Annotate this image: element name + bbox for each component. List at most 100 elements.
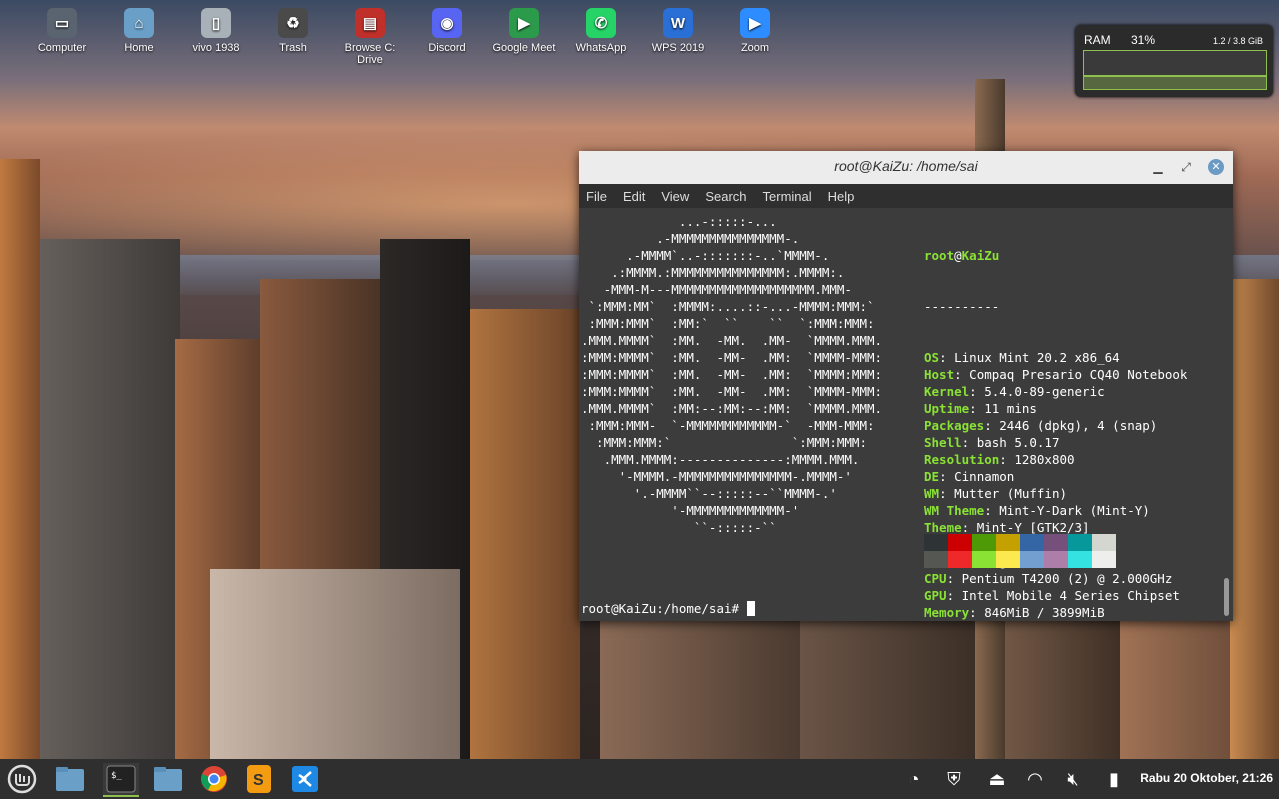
files-taskbar-button[interactable] [52, 763, 88, 795]
neofetch-row: Uptime: 11 mins [924, 401, 1037, 416]
neofetch-value: Compaq Presario CQ40 Notebook [969, 367, 1188, 382]
palette-swatch [1068, 534, 1092, 551]
palette-swatch [1068, 551, 1092, 568]
folder-taskbar-button[interactable] [150, 763, 186, 795]
minimize-button[interactable]: ▁ [1150, 159, 1166, 175]
desktop-icon-google-meet[interactable]: ▶ Google Meet [486, 8, 562, 54]
mint-ascii-logo: ...-:::::-... .-MMMMMMMMMMMMMMM-. .-MMMM… [581, 213, 882, 536]
neofetch-key: Uptime [924, 401, 970, 416]
desktop-icon-trash[interactable]: ♻ Trash [255, 8, 331, 54]
logo-line: '.-MMMM``--:::::--``MMMM-.' [581, 486, 837, 501]
neofetch-value: Mint-Y-Dark (Mint-Y) [999, 503, 1150, 518]
neofetch-key: WM [924, 486, 940, 501]
neofetch-separator: ---------- [924, 299, 1000, 314]
logo-line: .-MMMMMMMMMMMMMMM-. [581, 231, 800, 246]
taskbar-clock[interactable]: Rabu 20 Oktober, 21:26 [1140, 771, 1273, 785]
volume-indicator[interactable]: 🔇︎ [1059, 765, 1087, 793]
palette-swatch [996, 534, 1020, 551]
desktop-icon-folder-drive[interactable]: ▤ Browse C: Drive [332, 8, 408, 66]
neofetch-value: 2446 (dpkg), 4 (snap) [999, 418, 1158, 433]
neofetch-host: KaiZu [961, 248, 1000, 263]
terminal-scrollbar[interactable] [1224, 578, 1229, 616]
neofetch-key: OS [924, 350, 940, 365]
neofetch-value: 5.4.0-89-generic [984, 384, 1105, 399]
desktop-icon-label: Google Meet [492, 42, 556, 54]
close-button[interactable]: ✕ [1208, 159, 1224, 175]
terminal-window[interactable]: root@KaiZu: /home/sai ▁ ⤢ ✕ File Edit Vi… [579, 151, 1233, 621]
sublime-text-icon: S [247, 765, 271, 793]
window-titlebar[interactable]: root@KaiZu: /home/sai ▁ ⤢ ✕ [579, 151, 1233, 184]
logo-line: :MMM:MMM:` `:MMM:MMM: [581, 435, 867, 450]
menu-view[interactable]: View [661, 189, 689, 204]
desktop-icon-label: Zoom [740, 42, 770, 54]
sublime-taskbar-button[interactable]: S [241, 763, 277, 795]
desktop-icon-label: WPS 2019 [651, 42, 705, 54]
home-folder-icon: ⌂ [124, 8, 154, 38]
desktop-icon-wps[interactable]: W WPS 2019 [640, 8, 716, 54]
neofetch-value: 1280x800 [1014, 452, 1075, 467]
palette-swatch [1092, 551, 1116, 568]
desktop-icon-zoom[interactable]: ▶ Zoom [717, 8, 793, 54]
menu-edit[interactable]: Edit [623, 189, 645, 204]
logo-line: :MMM:MMMM` :MM. -MM- .MM: `MMMM-MMM: [581, 384, 883, 399]
neofetch-key: WM Theme [924, 503, 985, 518]
eject-indicator[interactable]: ⏏ [983, 765, 1011, 793]
logo-line: :MMM:MMMM` :MM. -MM- .MM: `MMMM:MMM: [581, 367, 883, 382]
desktop-icon-label: Home [124, 42, 154, 54]
desktop-icon-label: Browse C: Drive [344, 42, 396, 66]
terminal-output[interactable]: ...-:::::-... .-MMMMMMMMMMMMMMM-. .-MMMM… [579, 208, 1233, 621]
wps-icon: W [663, 8, 693, 38]
desktop-icon-whatsapp[interactable]: ✆ WhatsApp [563, 8, 639, 54]
logo-line: '-MMMMMMMMMMMMM-' [581, 503, 800, 518]
palette-swatch [924, 551, 948, 568]
maximize-button[interactable]: ⤢ [1178, 159, 1194, 175]
neofetch-row: DE: Cinnamon [924, 469, 1015, 484]
neofetch-key: Kernel [924, 384, 970, 399]
logo-line: :MMM:MMMM` :MM. -MM- .MM: `MMMM-MMM: [581, 350, 883, 365]
neofetch-value: Pentium T4200 (2) @ 2.000GHz [961, 571, 1173, 586]
palette-swatch [972, 551, 996, 568]
neofetch-key: Host [924, 367, 955, 382]
menu-help[interactable]: Help [828, 189, 855, 204]
neofetch-row: Resolution: 1280x800 [924, 452, 1075, 467]
desktop-icon-discord[interactable]: ◉ Discord [409, 8, 485, 54]
wifi-icon: ◠ [1027, 768, 1043, 789]
mint-menu-button[interactable] [4, 763, 40, 795]
desktop-icon-home-folder[interactable]: ⌂ Home [101, 8, 177, 54]
logo-line: -MMM-M---MMMMMMMMMMMMMMMMMMM.MMM- [581, 282, 852, 297]
terminal-icon: $_ [106, 765, 136, 793]
menu-file[interactable]: File [586, 189, 607, 204]
neofetch-row: Host: Compaq Presario CQ40 Notebook [924, 367, 1188, 382]
logo-line: ``-:::::-`` [581, 520, 777, 535]
terminal-taskbar-button[interactable]: $_ [103, 763, 139, 797]
menu-search[interactable]: Search [705, 189, 746, 204]
palette-swatch [996, 551, 1020, 568]
desktop-icon-computer[interactable]: ▭ Computer [24, 8, 100, 54]
battery-indicator[interactable]: ▮ [1100, 765, 1128, 793]
performance-indicator[interactable]: ◔ [900, 765, 928, 793]
chrome-taskbar-button[interactable] [196, 763, 232, 795]
desktop-icon-phone[interactable]: ▯ vivo 1938 [178, 8, 254, 54]
window-title: root@KaiZu: /home/sai [834, 158, 978, 174]
neofetch-value: bash 5.0.17 [976, 435, 1060, 450]
palette-swatch [972, 534, 996, 551]
logo-line: .MMM.MMMM:--------------:MMMM.MMM. [581, 452, 860, 467]
chrome-icon [201, 766, 227, 792]
neofetch-key: GPU [924, 588, 947, 603]
ram-monitor-widget[interactable]: RAM 31% 1.2 / 3.8 GiB [1075, 25, 1273, 97]
eject-icon: ⏏ [988, 768, 1006, 789]
update-manager-indicator[interactable]: ⛨ [940, 765, 968, 793]
menu-terminal[interactable]: Terminal [763, 189, 812, 204]
palette-swatch [1044, 551, 1068, 568]
desktop-icon-label: Trash [279, 42, 307, 54]
neofetch-value: Mint-Y [GTK2/3] [976, 520, 1090, 535]
network-indicator[interactable]: ◠ [1021, 765, 1049, 793]
trash-icon: ♻ [278, 8, 308, 38]
vscode-taskbar-button[interactable] [287, 763, 323, 795]
neofetch-key: CPU [924, 571, 947, 586]
logo-line: :MMM:MMM- `-MMMMMMMMMMMM-` -MMM-MMM: [581, 418, 875, 433]
neofetch-user: root [924, 248, 955, 263]
shell-prompt[interactable]: root@KaiZu:/home/sai# [581, 601, 755, 616]
logo-line: .MMM.MMMM` :MM:--:MM:--:MM: `MMMM.MMM. [581, 401, 883, 416]
logo-line: .:MMMM.:MMMMMMMMMMMMMMM:.MMMM:. [581, 265, 845, 280]
